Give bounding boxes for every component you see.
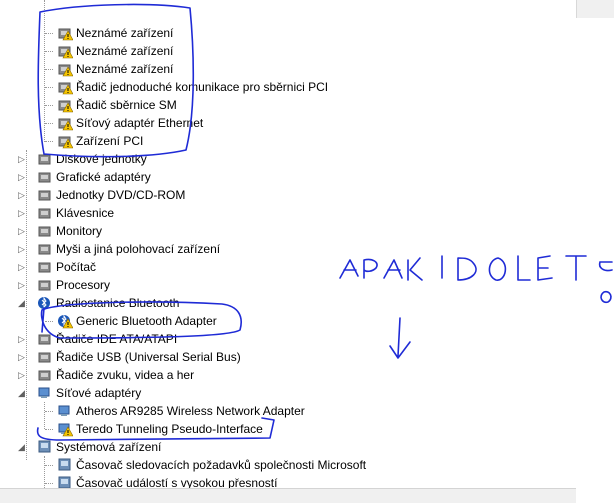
display-adapter-icon	[37, 169, 53, 185]
tree-item-label: Řadič jednoduché komunikace pro sběrnici…	[76, 80, 329, 94]
processor-icon	[37, 277, 53, 293]
tree-item-label: Jednotky DVD/CD-ROM	[56, 188, 186, 202]
tree-item-label: Řadiče USB (Universal Serial Bus)	[56, 350, 241, 364]
dvd-drive-icon	[37, 187, 53, 203]
warning-device-icon	[57, 43, 74, 59]
tree-item-label: Neznámé zařízení	[76, 44, 174, 58]
expand-down-icon[interactable]: ◢	[17, 384, 26, 402]
category-item[interactable]: ▷ Řadiče IDE ATA/ATAPI	[0, 330, 576, 348]
category-item[interactable]: ▷ Monitory	[0, 222, 576, 240]
device-item-bluetooth[interactable]: Generic Bluetooth Adapter	[0, 312, 576, 330]
category-item[interactable]: ▷ Klávesnice	[0, 204, 576, 222]
expand-right-icon[interactable]: ▷	[17, 150, 26, 168]
bluetooth-icon	[37, 295, 53, 311]
category-item[interactable]: ▷ Řadiče USB (Universal Serial Bus)	[0, 348, 576, 366]
expand-right-icon[interactable]: ▷	[17, 258, 26, 276]
category-item[interactable]: ▷ Jednotky DVD/CD-ROM	[0, 186, 576, 204]
tree-item-label: Monitory	[56, 224, 103, 238]
keyboard-icon	[37, 205, 53, 221]
expand-down-icon[interactable]: ◢	[17, 294, 26, 312]
category-item[interactable]: ▷ Diskové jednotky	[0, 150, 576, 168]
tree-item-label: Řadiče IDE ATA/ATAPI	[56, 332, 178, 346]
device-tree: Neznámé zařízení Neznámé zařízení Neznámé …	[0, 0, 576, 490]
tree-item-label: Myši a jiná polohovací zařízení	[56, 242, 221, 256]
tree-item-label: Počítač	[56, 260, 97, 274]
warning-device-icon	[57, 25, 74, 41]
computer-icon	[37, 259, 53, 275]
vertical-scrollbar-top[interactable]	[576, 0, 614, 18]
tree-item-label: Síťový adaptér Ethernet	[76, 116, 204, 130]
device-item-unknown[interactable]: Zařízení PCI	[0, 132, 576, 150]
device-item-system[interactable]: Časovač sledovacích požadavků společnost…	[0, 456, 576, 474]
tree-item-label: Neznámé zařízení	[76, 26, 174, 40]
category-item[interactable]: ▷ Řadiče zvuku, videa a her	[0, 366, 576, 384]
category-item[interactable]: ▷ Grafické adaptéry	[0, 168, 576, 186]
expand-right-icon[interactable]: ▷	[17, 222, 26, 240]
horizontal-scrollbar[interactable]	[0, 488, 576, 503]
warning-device-icon	[57, 133, 74, 149]
device-item-unknown[interactable]: Řadič sběrnice SM	[0, 96, 576, 114]
tree-item-label: Radiostanice Bluetooth	[56, 296, 180, 310]
monitor-icon	[37, 223, 53, 239]
category-item[interactable]: ▷ Počítač	[0, 258, 576, 276]
expand-right-icon[interactable]: ▷	[17, 330, 26, 348]
expand-right-icon[interactable]: ▷	[17, 168, 26, 186]
tree-item-label: Síťové adaptéry	[56, 386, 142, 400]
device-item-network[interactable]: Teredo Tunneling Pseudo-Interface	[0, 420, 576, 438]
tree-item-label: Zařízení PCI	[76, 134, 144, 148]
tree-item-label: Teredo Tunneling Pseudo-Interface	[76, 422, 263, 436]
tree-item-label: Řadiče zvuku, videa a her	[56, 368, 195, 382]
device-item-unknown[interactable]: Neznámé zařízení	[0, 42, 576, 60]
category-system[interactable]: ◢ Systémová zařízení	[0, 438, 576, 456]
category-item[interactable]: ▷ Myši a jiná polohovací zařízení	[0, 240, 576, 258]
device-item-unknown[interactable]: Neznámé zařízení	[0, 24, 576, 42]
warning-bluetooth-icon	[57, 313, 74, 329]
tree-item-label: Procesory	[56, 278, 111, 292]
system-device-icon	[37, 439, 53, 455]
usb-controller-icon	[37, 349, 53, 365]
tree-top-edge	[0, 0, 576, 6]
category-item[interactable]: ▷ Procesory	[0, 276, 576, 294]
device-item-network[interactable]: Atheros AR9285 Wireless Network Adapter	[0, 402, 576, 420]
category-bluetooth[interactable]: ◢ Radiostanice Bluetooth	[0, 294, 576, 312]
device-item-unknown[interactable]: Neznámé zařízení	[0, 60, 576, 78]
tree-item-label: Atheros AR9285 Wireless Network Adapter	[76, 404, 305, 418]
disk-drive-icon	[37, 151, 53, 167]
warning-device-icon	[57, 61, 74, 77]
tree-item-label: Generic Bluetooth Adapter	[76, 314, 217, 328]
expand-right-icon[interactable]: ▷	[17, 240, 26, 258]
category-network[interactable]: ◢ Síťové adaptéry	[0, 384, 576, 402]
warning-device-icon	[57, 115, 74, 131]
expand-right-icon[interactable]: ▷	[17, 348, 26, 366]
expand-right-icon[interactable]: ▷	[17, 204, 26, 222]
ide-controller-icon	[37, 331, 53, 347]
mouse-icon	[37, 241, 53, 257]
expand-right-icon[interactable]: ▷	[17, 186, 26, 204]
tree-item-label: Systémová zařízení	[56, 440, 162, 454]
warning-network-icon	[57, 421, 74, 437]
warning-device-icon	[57, 79, 74, 95]
system-device-icon	[57, 457, 73, 473]
right-pane	[576, 0, 614, 502]
device-item-unknown[interactable]: Řadič jednoduché komunikace pro sběrnici…	[0, 78, 576, 96]
tree-item-label: Řadič sběrnice SM	[76, 98, 177, 112]
warning-device-icon	[57, 97, 74, 113]
sound-icon	[37, 367, 53, 383]
tree-item-label: Diskové jednotky	[56, 152, 147, 166]
expand-right-icon[interactable]: ▷	[17, 276, 26, 294]
tree-item-label: Klávesnice	[56, 206, 115, 220]
network-adapter-icon	[57, 403, 73, 419]
network-adapter-icon	[37, 385, 53, 401]
expand-right-icon[interactable]: ▷	[17, 366, 26, 384]
tree-item-label: Grafické adaptéry	[56, 170, 151, 184]
tree-item-label: Neznámé zařízení	[76, 62, 174, 76]
expand-down-icon[interactable]: ◢	[17, 438, 26, 456]
tree-item-label: Časovač sledovacích požadavků společnost…	[76, 458, 367, 472]
device-item-unknown[interactable]: Síťový adaptér Ethernet	[0, 114, 576, 132]
